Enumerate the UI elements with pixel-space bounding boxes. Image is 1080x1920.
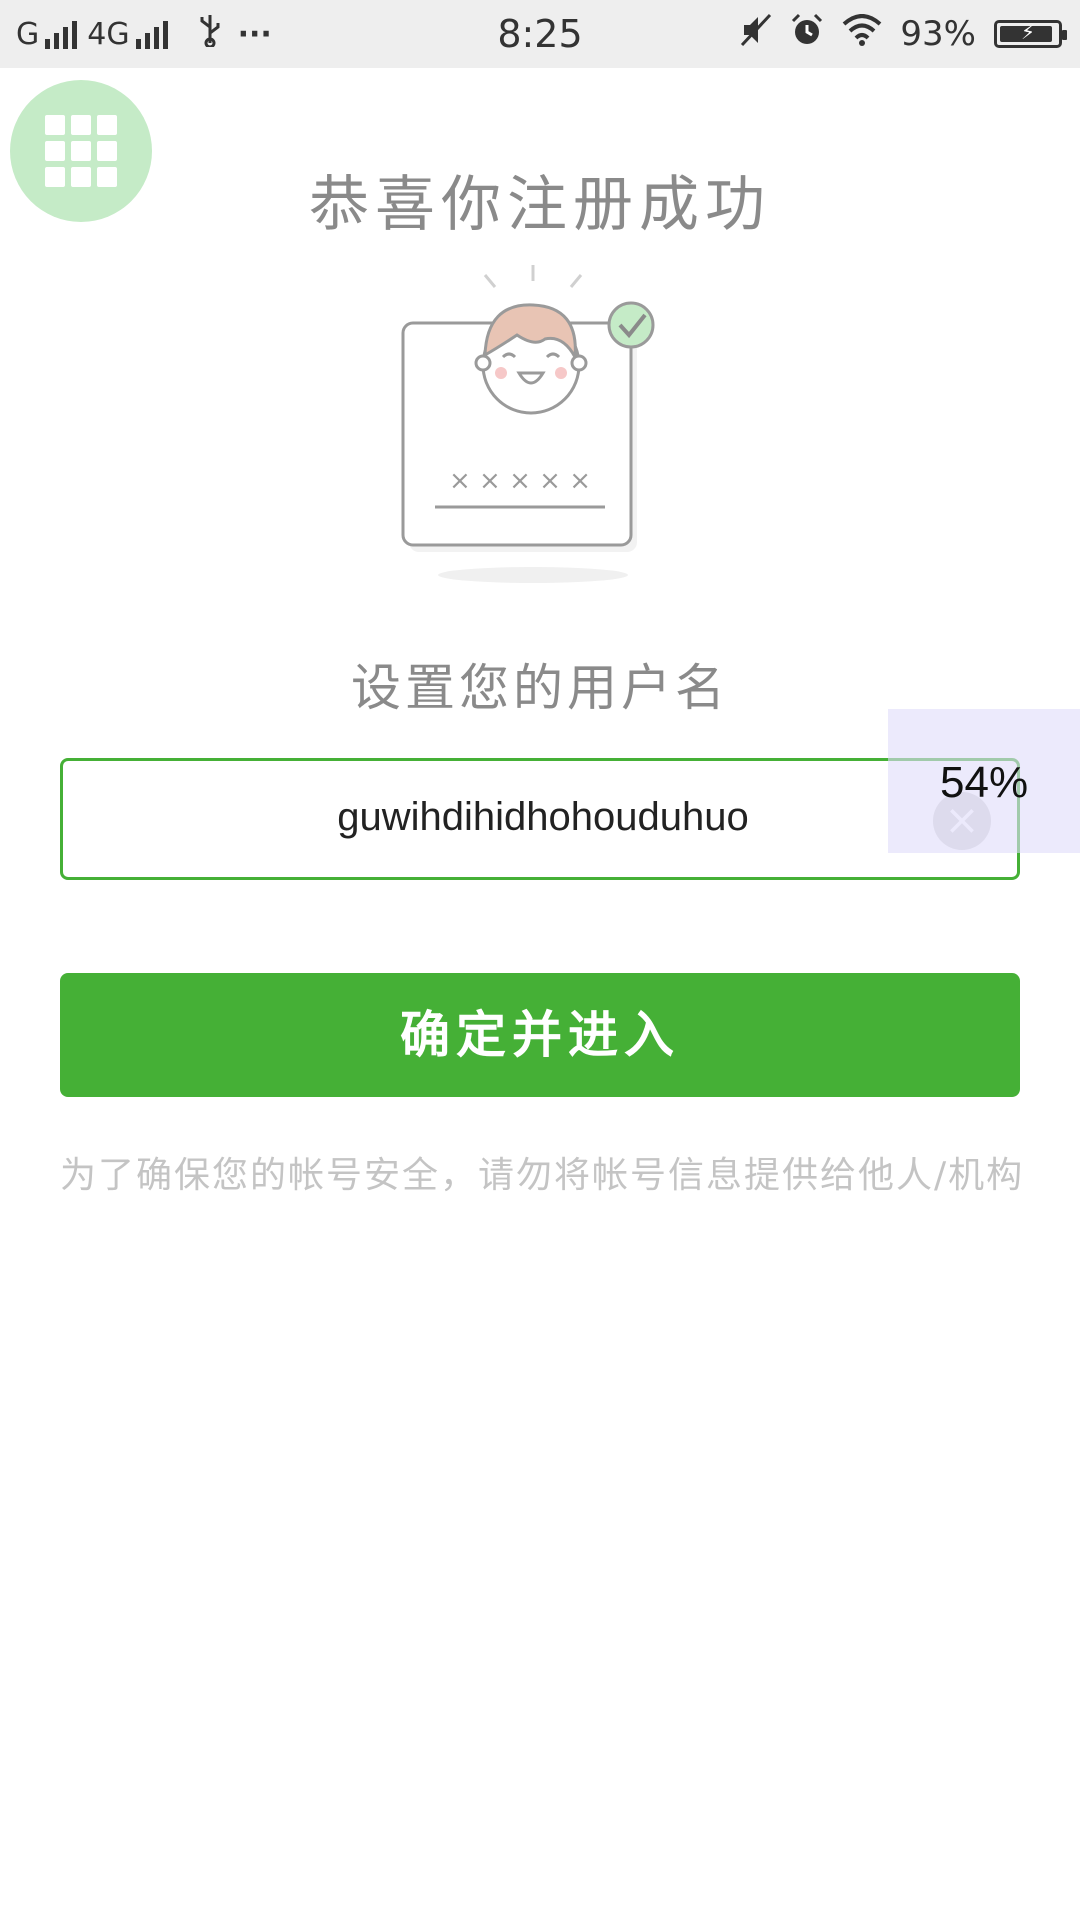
battery-percent: 93% bbox=[900, 14, 976, 54]
username-input[interactable]: guwihdihidhohouduhuo bbox=[60, 758, 1020, 880]
charging-bolt-icon: ⚡ bbox=[1020, 20, 1036, 44]
alarm-icon bbox=[790, 13, 824, 56]
battery-icon: ⚡ bbox=[994, 20, 1067, 48]
registration-success-illustration: × × × × × bbox=[395, 255, 685, 595]
status-right: 93% ⚡ bbox=[740, 12, 1067, 56]
username-value[interactable]: guwihdihidhohouduhuo bbox=[63, 795, 1023, 840]
wifi-icon bbox=[842, 13, 882, 55]
mute-icon bbox=[740, 13, 772, 56]
password-mask: × × × × × bbox=[449, 466, 591, 496]
page-title: 恭喜你注册成功 bbox=[309, 170, 771, 240]
overlay-percent: 54% bbox=[940, 758, 1029, 807]
confirm-enter-button[interactable]: 确定并进入 bbox=[60, 973, 1020, 1097]
status-bar: G 4G ··· 8:25 93% ⚡ bbox=[0, 0, 1080, 68]
security-notice: 为了确保您的帐号安全，请勿将帐号信息提供给他人/机构 bbox=[60, 1155, 1025, 1196]
